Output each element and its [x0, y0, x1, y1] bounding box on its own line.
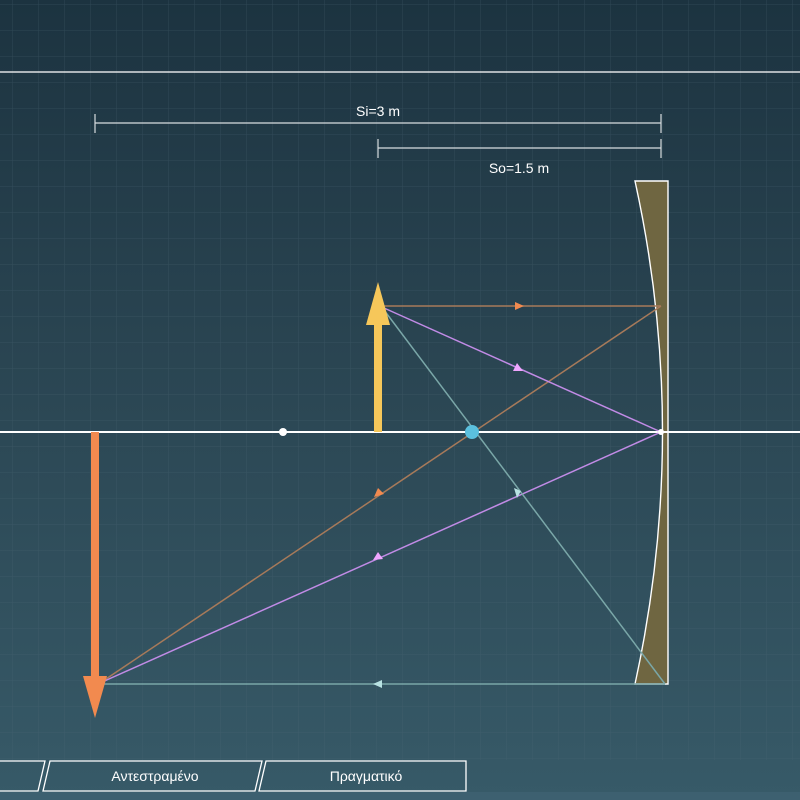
- tab-1-label: [0, 762, 40, 790]
- focal-point[interactable]: [465, 425, 479, 439]
- tab-2-label: Αντεστραμένο: [111, 768, 199, 784]
- curvature-center-point: [279, 428, 287, 436]
- object-distance-label: So=1.5 m: [489, 160, 549, 176]
- mirror-vertex-point: [658, 429, 664, 435]
- tab-3-label: Πραγματικό: [329, 768, 403, 784]
- grid-background: [0, 0, 800, 760]
- image-distance-label: Si=3 m: [356, 103, 400, 119]
- optics-scene: Si=3 m So=1.5 m: [0, 0, 800, 800]
